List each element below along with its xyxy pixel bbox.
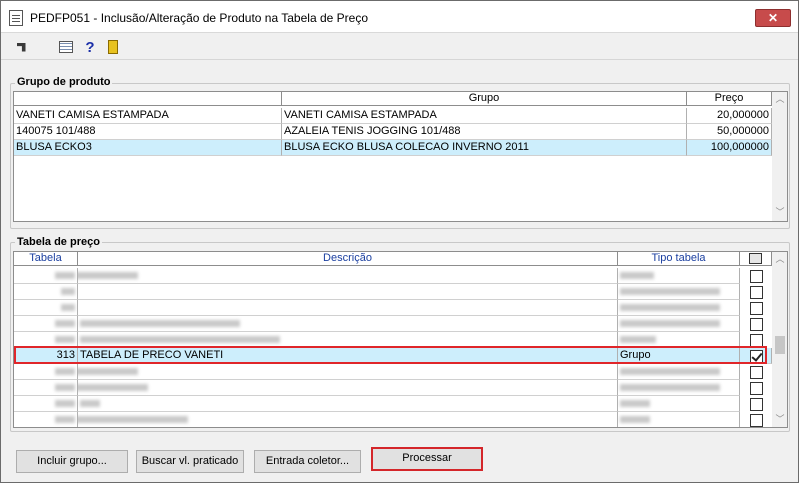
table-row-cell[interactable]: VANETI CAMISA ESTAMPADA [282, 108, 687, 124]
price-table-grid[interactable]: Tabela Descrição Tipo tabela 313 TABELA … [13, 251, 788, 428]
close-button[interactable]: ✕ [755, 9, 791, 27]
column-header-preco[interactable]: Preço [687, 92, 772, 106]
title-bar: PEDFP051 - Inclusão/Alteração de Produto… [1, 1, 798, 33]
main-window: PEDFP051 - Inclusão/Alteração de Produto… [0, 0, 799, 483]
processar-button[interactable]: Processar [371, 447, 483, 471]
entrada-coletor-button[interactable]: Entrada coletor... [254, 450, 361, 473]
column-header-code[interactable] [14, 92, 282, 106]
calendar-grid-icon[interactable] [58, 39, 74, 55]
window-title: PEDFP051 - Inclusão/Alteração de Produto… [30, 11, 368, 25]
incluir-grupo-button[interactable]: Incluir grupo... [16, 450, 128, 473]
row-checkbox[interactable] [750, 398, 763, 411]
row-checkbox[interactable] [750, 414, 763, 427]
product-group-grid[interactable]: Grupo Preço VANETI CAMISA ESTAMPADA VANE… [13, 91, 788, 222]
product-group-label: Grupo de produto [15, 76, 113, 88]
scroll-thumb[interactable] [775, 336, 785, 354]
table-row-cell[interactable]: AZALEIA TENIS JOGGING 101/488 [282, 124, 687, 140]
row-highlight-outline [14, 346, 767, 364]
row-checkbox[interactable] [750, 302, 763, 315]
row-checkbox[interactable] [750, 318, 763, 331]
table-row-cell-selected[interactable]: BLUSA ECKO BLUSA COLECAO INVERNO 2011 [282, 140, 687, 156]
table-row-cell[interactable]: 50,000000 [687, 124, 772, 140]
column-header-tipo-tabela[interactable]: Tipo tabela [618, 252, 740, 266]
cursor-arrow-icon[interactable] [13, 39, 29, 55]
row-checkbox[interactable] [750, 366, 763, 379]
row-checkbox[interactable] [750, 382, 763, 395]
scroll-down-icon[interactable]: ﹀ [772, 205, 787, 219]
scroll-up-icon[interactable]: ︿ [772, 252, 787, 266]
column-header-descricao[interactable]: Descrição [78, 252, 618, 266]
product-grid-scrollbar[interactable]: ︿ ﹀ [772, 92, 787, 221]
scroll-up-icon[interactable]: ︿ [772, 92, 787, 106]
price-table-label: Tabela de preço [15, 236, 102, 248]
document-icon [9, 10, 23, 26]
scroll-down-icon[interactable]: ﹀ [772, 412, 787, 426]
table-row-cell[interactable]: 20,000000 [687, 108, 772, 124]
buscar-vl-praticado-button[interactable]: Buscar vl. praticado [136, 450, 244, 473]
table-row-cell-selected[interactable]: 100,000000 [687, 140, 772, 156]
table-row-cell[interactable]: VANETI CAMISA ESTAMPADA [14, 108, 282, 124]
column-header-tabela[interactable]: Tabela [14, 252, 78, 266]
help-icon[interactable]: ? [82, 39, 98, 56]
column-header-select-all[interactable] [740, 252, 772, 266]
row-checkbox[interactable] [750, 270, 763, 283]
exit-door-icon[interactable] [105, 39, 121, 55]
table-row-cell-selected[interactable]: BLUSA ECKO3 [14, 140, 282, 156]
table-row-cell[interactable]: 140075 101/488 [14, 124, 282, 140]
select-all-checkbox[interactable] [749, 253, 762, 264]
price-table-scrollbar[interactable]: ︿ ﹀ [772, 252, 787, 427]
toolbar: ? [1, 34, 798, 60]
column-header-grupo[interactable]: Grupo [282, 92, 687, 106]
row-checkbox[interactable] [750, 286, 763, 299]
